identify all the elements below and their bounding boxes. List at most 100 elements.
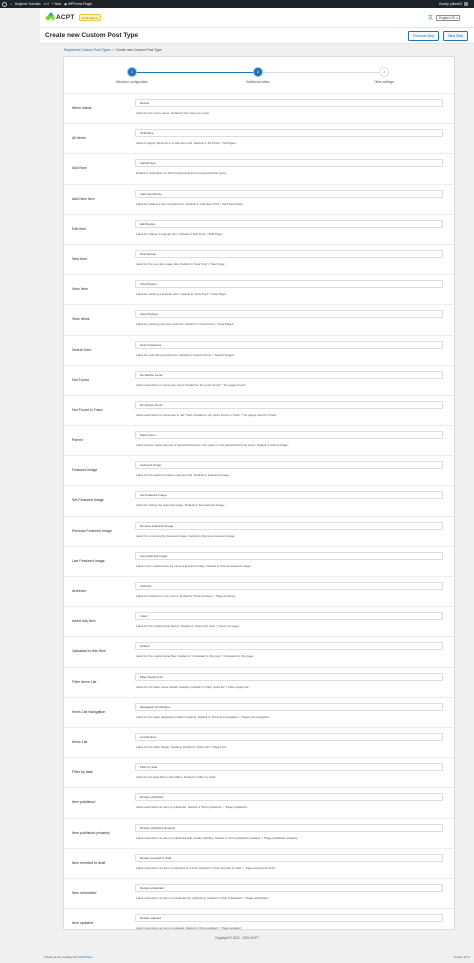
field-input[interactable]: All Recipe bbox=[135, 129, 443, 138]
thanks-text: Thank you for creating with bbox=[44, 955, 78, 959]
field-label: Item scheduled bbox=[72, 890, 97, 895]
field-help-text: Label used when an item is scheduled for… bbox=[136, 895, 270, 900]
form-row: Filter by date Filter by date Label for th… bbox=[64, 757, 456, 787]
form-row: Archives Archives Label for archives in na… bbox=[64, 576, 456, 606]
step-3[interactable]: 3 Other settings bbox=[354, 67, 414, 84]
field-label: Item reverted to draft bbox=[72, 860, 106, 865]
field-input[interactable]: Search Recipes bbox=[135, 340, 443, 349]
form-row: View Items View Recipes Label for viewing … bbox=[64, 304, 456, 334]
field-label: Add New Item bbox=[72, 196, 95, 201]
step-1[interactable]: 1 Minimum configuration bbox=[102, 67, 162, 84]
field-label: Uploaded to this Item bbox=[72, 649, 106, 654]
form-row: Item updated Recipe updated Label used whe… bbox=[64, 908, 456, 938]
wp-version: Version 6.5.2 bbox=[453, 955, 470, 959]
acpt-link[interactable]: ACPT bbox=[250, 936, 259, 940]
field-help-text: Label in the media frame for using a fea… bbox=[136, 563, 252, 568]
field-help-text: Label used when no items are in the Tras… bbox=[136, 412, 278, 417]
chevron-down-icon: ▾ bbox=[456, 15, 458, 20]
form-row: Add New Add Recipe Default is 'Add New' fo… bbox=[64, 153, 456, 183]
field-input[interactable]: Set Featured Image bbox=[135, 491, 443, 500]
form-row: Insert into item Insert Label for the medi… bbox=[64, 606, 456, 636]
acpt-header: ACPT 2.0.9-beta-3 文 English US ▾ bbox=[40, 8, 474, 28]
field-input[interactable]: Filter by date bbox=[135, 763, 443, 772]
admin-bar-home-icon[interactable]: ⌂ bbox=[10, 2, 12, 6]
field-input[interactable]: New Recipe bbox=[135, 249, 443, 258]
field-label: Set Featured Image bbox=[72, 498, 104, 503]
field-input[interactable]: Recipe updated bbox=[135, 914, 443, 923]
version-badge: 2.0.9-beta-3 bbox=[78, 14, 101, 21]
field-input[interactable]: Featured Image bbox=[135, 461, 443, 470]
stepper: 1 Minimum configuration 2 Additional lab… bbox=[64, 65, 456, 93]
breadcrumb-parent-link[interactable]: Registered Custom Post Types bbox=[64, 48, 111, 52]
field-input[interactable]: View Recipes bbox=[135, 310, 443, 319]
field-help-text: Label for adding a new singular item. De… bbox=[136, 201, 244, 206]
admin-bar-howdy[interactable]: Howdy, plikes03 bbox=[439, 2, 462, 6]
field-help-text: Label for the media frame filter. Defaul… bbox=[136, 654, 255, 659]
form-row: Item published Recipe published Label used… bbox=[64, 787, 456, 817]
field-label: New Item bbox=[72, 256, 88, 261]
field-input[interactable]: Upload bbox=[135, 642, 443, 651]
wordpress-link[interactable]: WordPress bbox=[78, 955, 92, 959]
field-label: All Items bbox=[72, 136, 86, 141]
step-2[interactable]: 2 Additional labels bbox=[228, 67, 288, 84]
field-input[interactable]: Recipe published bbox=[135, 793, 443, 802]
field-input[interactable]: Use Featured Image bbox=[135, 551, 443, 560]
admin-bar-site-name[interactable]: Beginner Tutorials bbox=[15, 2, 41, 6]
acpt-logo[interactable]: ACPT bbox=[45, 12, 75, 22]
field-help-text: Label for searching plural items. Defaul… bbox=[136, 352, 236, 357]
field-input[interactable]: Add Recipe bbox=[135, 159, 443, 168]
field-label: Filter by date bbox=[72, 770, 93, 775]
page-title: Create new Custom Post Type bbox=[45, 32, 139, 39]
copyright-text: Copyright © 2021 - 2024 bbox=[214, 936, 250, 940]
field-label: Item published privately bbox=[72, 830, 110, 835]
language-select[interactable]: English US ▾ bbox=[436, 14, 460, 21]
form-row: All Items All Recipe Label to signify all … bbox=[64, 123, 456, 153]
field-input[interactable]: Recipe scheduled bbox=[135, 883, 443, 892]
comments-count: 0 bbox=[47, 2, 49, 6]
field-help-text: Label used when an item is updated. Defa… bbox=[136, 926, 242, 931]
field-label: Featured Image bbox=[72, 468, 98, 473]
field-help-text: Label for viewing post type archives. De… bbox=[136, 322, 235, 327]
admin-bar-new[interactable]: + New bbox=[52, 2, 61, 6]
field-input[interactable]: Edit Recipe bbox=[135, 219, 443, 228]
field-input[interactable]: Recipe reverted to draft bbox=[135, 853, 443, 862]
admin-bar-comments[interactable]: ✉ 0 bbox=[44, 2, 49, 6]
page-header: Create new Custom Post Type Previous Ste… bbox=[40, 28, 474, 44]
step-3-label: Other settings bbox=[374, 80, 394, 84]
translate-icon: 文 bbox=[427, 15, 433, 21]
field-label: Items List Navigation bbox=[72, 709, 106, 714]
form-row: Uploaded to this Item Upload Label for the… bbox=[64, 636, 456, 666]
breadcrumb: Registered Custom Post Types / Create ne… bbox=[64, 48, 162, 52]
form-row: View Item View Recipe Label for viewing a … bbox=[64, 274, 456, 304]
field-input[interactable]: Remove Featured Image bbox=[135, 521, 443, 530]
field-input[interactable]: Add new Recipe bbox=[135, 189, 443, 198]
field-help-text: Label for the table views hidden heading… bbox=[136, 684, 250, 689]
form-row: Search Item Search Recipes Label for searc… bbox=[64, 334, 456, 365]
breadcrumb-separator: / bbox=[112, 48, 114, 52]
field-input[interactable]: Recipe published privately bbox=[135, 823, 443, 832]
field-input[interactable]: Filter Recipes list bbox=[135, 672, 443, 681]
form-row: Menu Name Recipe Label for the menu name. … bbox=[64, 93, 456, 123]
field-input[interactable]: Archives bbox=[135, 582, 443, 590]
field-label: Add New bbox=[72, 166, 87, 171]
wp-footer-thanks: Thank you for creating with WordPress. bbox=[44, 955, 93, 959]
field-input[interactable]: Recipe bbox=[135, 99, 443, 107]
next-step-button[interactable]: Next Step bbox=[443, 30, 468, 41]
form-row: Featured Image Featured Image Label for th… bbox=[64, 455, 456, 485]
field-input[interactable]: No Recipe found bbox=[135, 400, 443, 409]
field-label: Use Featured Image bbox=[72, 558, 105, 563]
field-help-text: Label for editing a singular item. Defau… bbox=[136, 231, 224, 236]
field-help-text: Label for the featured image meta box ti… bbox=[136, 473, 231, 478]
field-input[interactable]: Navigation list Recipes bbox=[135, 702, 443, 711]
admin-bar-plugin[interactable]: ▣ WPForms Plugin bbox=[64, 2, 92, 6]
field-input[interactable]: Insert bbox=[135, 612, 443, 621]
field-label: Filter Items List bbox=[72, 679, 97, 684]
field-input[interactable]: List Recipes bbox=[135, 732, 443, 741]
field-input[interactable]: Parent Item bbox=[135, 431, 443, 440]
form-row: Parent Parent Item Label used to prefix pa… bbox=[64, 425, 456, 455]
avatar[interactable] bbox=[464, 2, 468, 6]
field-input[interactable]: No Recipe found bbox=[135, 370, 443, 379]
field-input[interactable]: View Recipe bbox=[135, 280, 443, 289]
previous-step-button[interactable]: Previous Step bbox=[408, 30, 440, 41]
wordpress-logo-icon[interactable] bbox=[2, 1, 7, 7]
